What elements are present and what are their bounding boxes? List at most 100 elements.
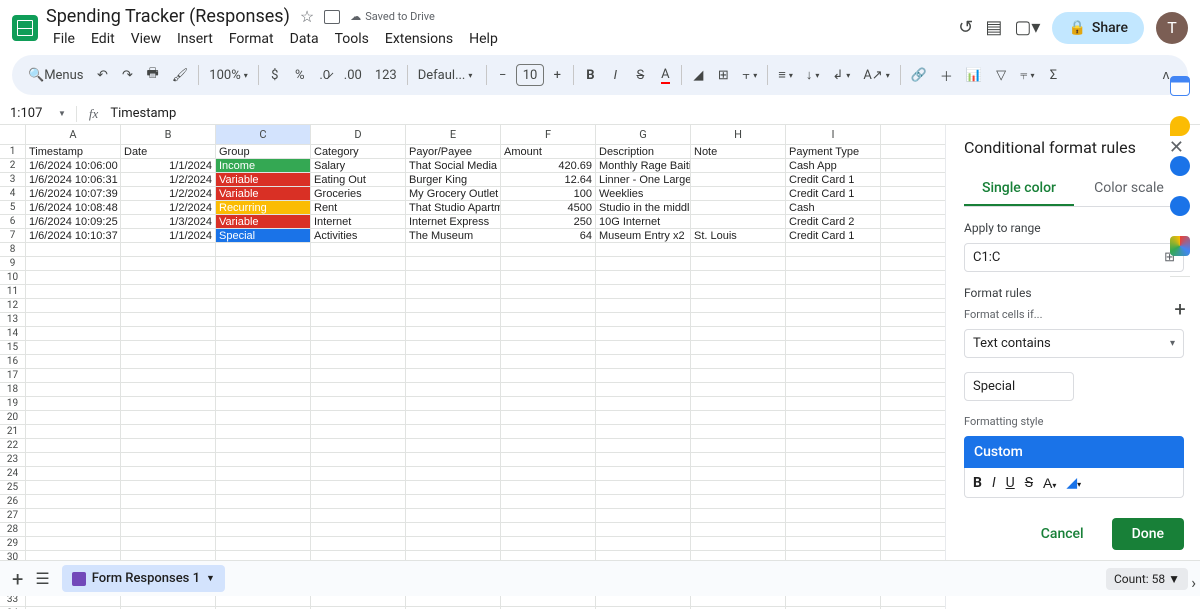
cell[interactable] <box>121 495 216 509</box>
cell[interactable] <box>406 327 501 341</box>
row-header[interactable]: 1 <box>0 145 26 159</box>
select-all-corner[interactable] <box>0 125 26 145</box>
cell[interactable] <box>881 285 945 299</box>
cell[interactable]: Credit Card 1 <box>786 187 881 201</box>
cell[interactable] <box>691 341 786 355</box>
cell[interactable] <box>786 397 881 411</box>
cell[interactable] <box>786 369 881 383</box>
cell[interactable] <box>501 327 596 341</box>
cell[interactable] <box>311 411 406 425</box>
cell[interactable]: Variable <box>216 173 311 187</box>
cell[interactable] <box>691 201 786 215</box>
cell[interactable] <box>881 425 945 439</box>
cell[interactable]: Salary <box>311 159 406 173</box>
cell[interactable] <box>26 327 121 341</box>
cell[interactable] <box>501 383 596 397</box>
account-avatar[interactable]: T <box>1156 12 1188 44</box>
cell[interactable] <box>311 537 406 551</box>
menu-edit[interactable]: Edit <box>84 29 122 49</box>
cell[interactable] <box>121 299 216 313</box>
cell[interactable] <box>216 299 311 313</box>
cell[interactable] <box>121 481 216 495</box>
cell[interactable] <box>786 467 881 481</box>
cell[interactable] <box>26 467 121 481</box>
row-header[interactable]: 29 <box>0 537 26 551</box>
cell[interactable] <box>596 299 691 313</box>
condition-value-input[interactable]: Special <box>964 372 1074 401</box>
cell[interactable] <box>786 411 881 425</box>
cell[interactable]: Note <box>691 145 786 159</box>
menu-data[interactable]: Data <box>283 29 326 49</box>
cell[interactable] <box>26 383 121 397</box>
cell[interactable] <box>691 481 786 495</box>
cell[interactable] <box>501 453 596 467</box>
cell[interactable] <box>691 523 786 537</box>
cell[interactable]: 1/1/2024 <box>121 159 216 173</box>
cell[interactable] <box>26 257 121 271</box>
cell[interactable] <box>881 145 945 159</box>
cell[interactable]: 1/6/2024 10:08:48 <box>26 201 121 215</box>
cell[interactable] <box>881 495 945 509</box>
cell[interactable]: 100 <box>501 187 596 201</box>
cell[interactable] <box>691 285 786 299</box>
cell[interactable]: 1/2/2024 <box>121 201 216 215</box>
cell[interactable] <box>881 453 945 467</box>
cell[interactable]: 1/3/2024 <box>121 215 216 229</box>
halign-icon[interactable]: ≡ <box>772 61 799 89</box>
cell[interactable] <box>501 495 596 509</box>
cell[interactable]: 12.64 <box>501 173 596 187</box>
cell[interactable]: Cash App <box>786 159 881 173</box>
cell[interactable] <box>121 383 216 397</box>
cell[interactable] <box>881 397 945 411</box>
cell[interactable] <box>406 369 501 383</box>
cell[interactable] <box>786 383 881 397</box>
cell[interactable] <box>26 495 121 509</box>
cell[interactable]: The Museum <box>406 229 501 243</box>
currency-icon[interactable]: $ <box>263 61 287 89</box>
font-size-input[interactable]: 10 <box>516 64 545 86</box>
filter-views-icon[interactable]: ⫧ <box>1014 61 1040 89</box>
cell[interactable] <box>596 481 691 495</box>
functions-icon[interactable]: Σ <box>1041 61 1065 89</box>
menu-file[interactable]: File <box>46 29 82 49</box>
cell[interactable] <box>121 257 216 271</box>
row-header[interactable]: 14 <box>0 327 26 341</box>
cell[interactable] <box>311 257 406 271</box>
cell[interactable] <box>881 467 945 481</box>
cell[interactable] <box>311 425 406 439</box>
row-header[interactable]: 16 <box>0 355 26 369</box>
comments-icon[interactable]: ▤ <box>985 17 1002 38</box>
row-header[interactable]: 23 <box>0 453 26 467</box>
move-icon[interactable] <box>324 10 340 24</box>
cell[interactable] <box>881 509 945 523</box>
cell[interactable] <box>691 369 786 383</box>
cell[interactable]: Payor/Payee <box>406 145 501 159</box>
share-button[interactable]: 🔒 Share <box>1052 12 1144 44</box>
cell[interactable] <box>311 495 406 509</box>
cell[interactable] <box>121 453 216 467</box>
cell[interactable] <box>881 313 945 327</box>
cell[interactable] <box>786 271 881 285</box>
cell[interactable] <box>26 341 121 355</box>
sidepanel-toggle-icon[interactable]: › <box>1191 573 1196 592</box>
cell[interactable] <box>26 453 121 467</box>
cell[interactable] <box>216 439 311 453</box>
row-header[interactable]: 7 <box>0 229 26 243</box>
cell[interactable] <box>596 523 691 537</box>
redo-icon[interactable]: ↷ <box>116 61 140 89</box>
style-bold-icon[interactable]: B <box>973 474 982 491</box>
cell[interactable] <box>121 397 216 411</box>
cell[interactable] <box>691 327 786 341</box>
cell[interactable] <box>311 481 406 495</box>
cell[interactable] <box>406 271 501 285</box>
cell[interactable] <box>786 495 881 509</box>
percent-icon[interactable]: % <box>288 61 312 89</box>
cell[interactable] <box>596 271 691 285</box>
cell[interactable] <box>26 397 121 411</box>
print-icon[interactable]: 🖶 <box>141 61 165 89</box>
cell[interactable] <box>26 285 121 299</box>
row-header[interactable]: 18 <box>0 383 26 397</box>
cell[interactable] <box>596 537 691 551</box>
row-header[interactable]: 2 <box>0 159 26 173</box>
bold-icon[interactable]: B <box>578 61 602 89</box>
